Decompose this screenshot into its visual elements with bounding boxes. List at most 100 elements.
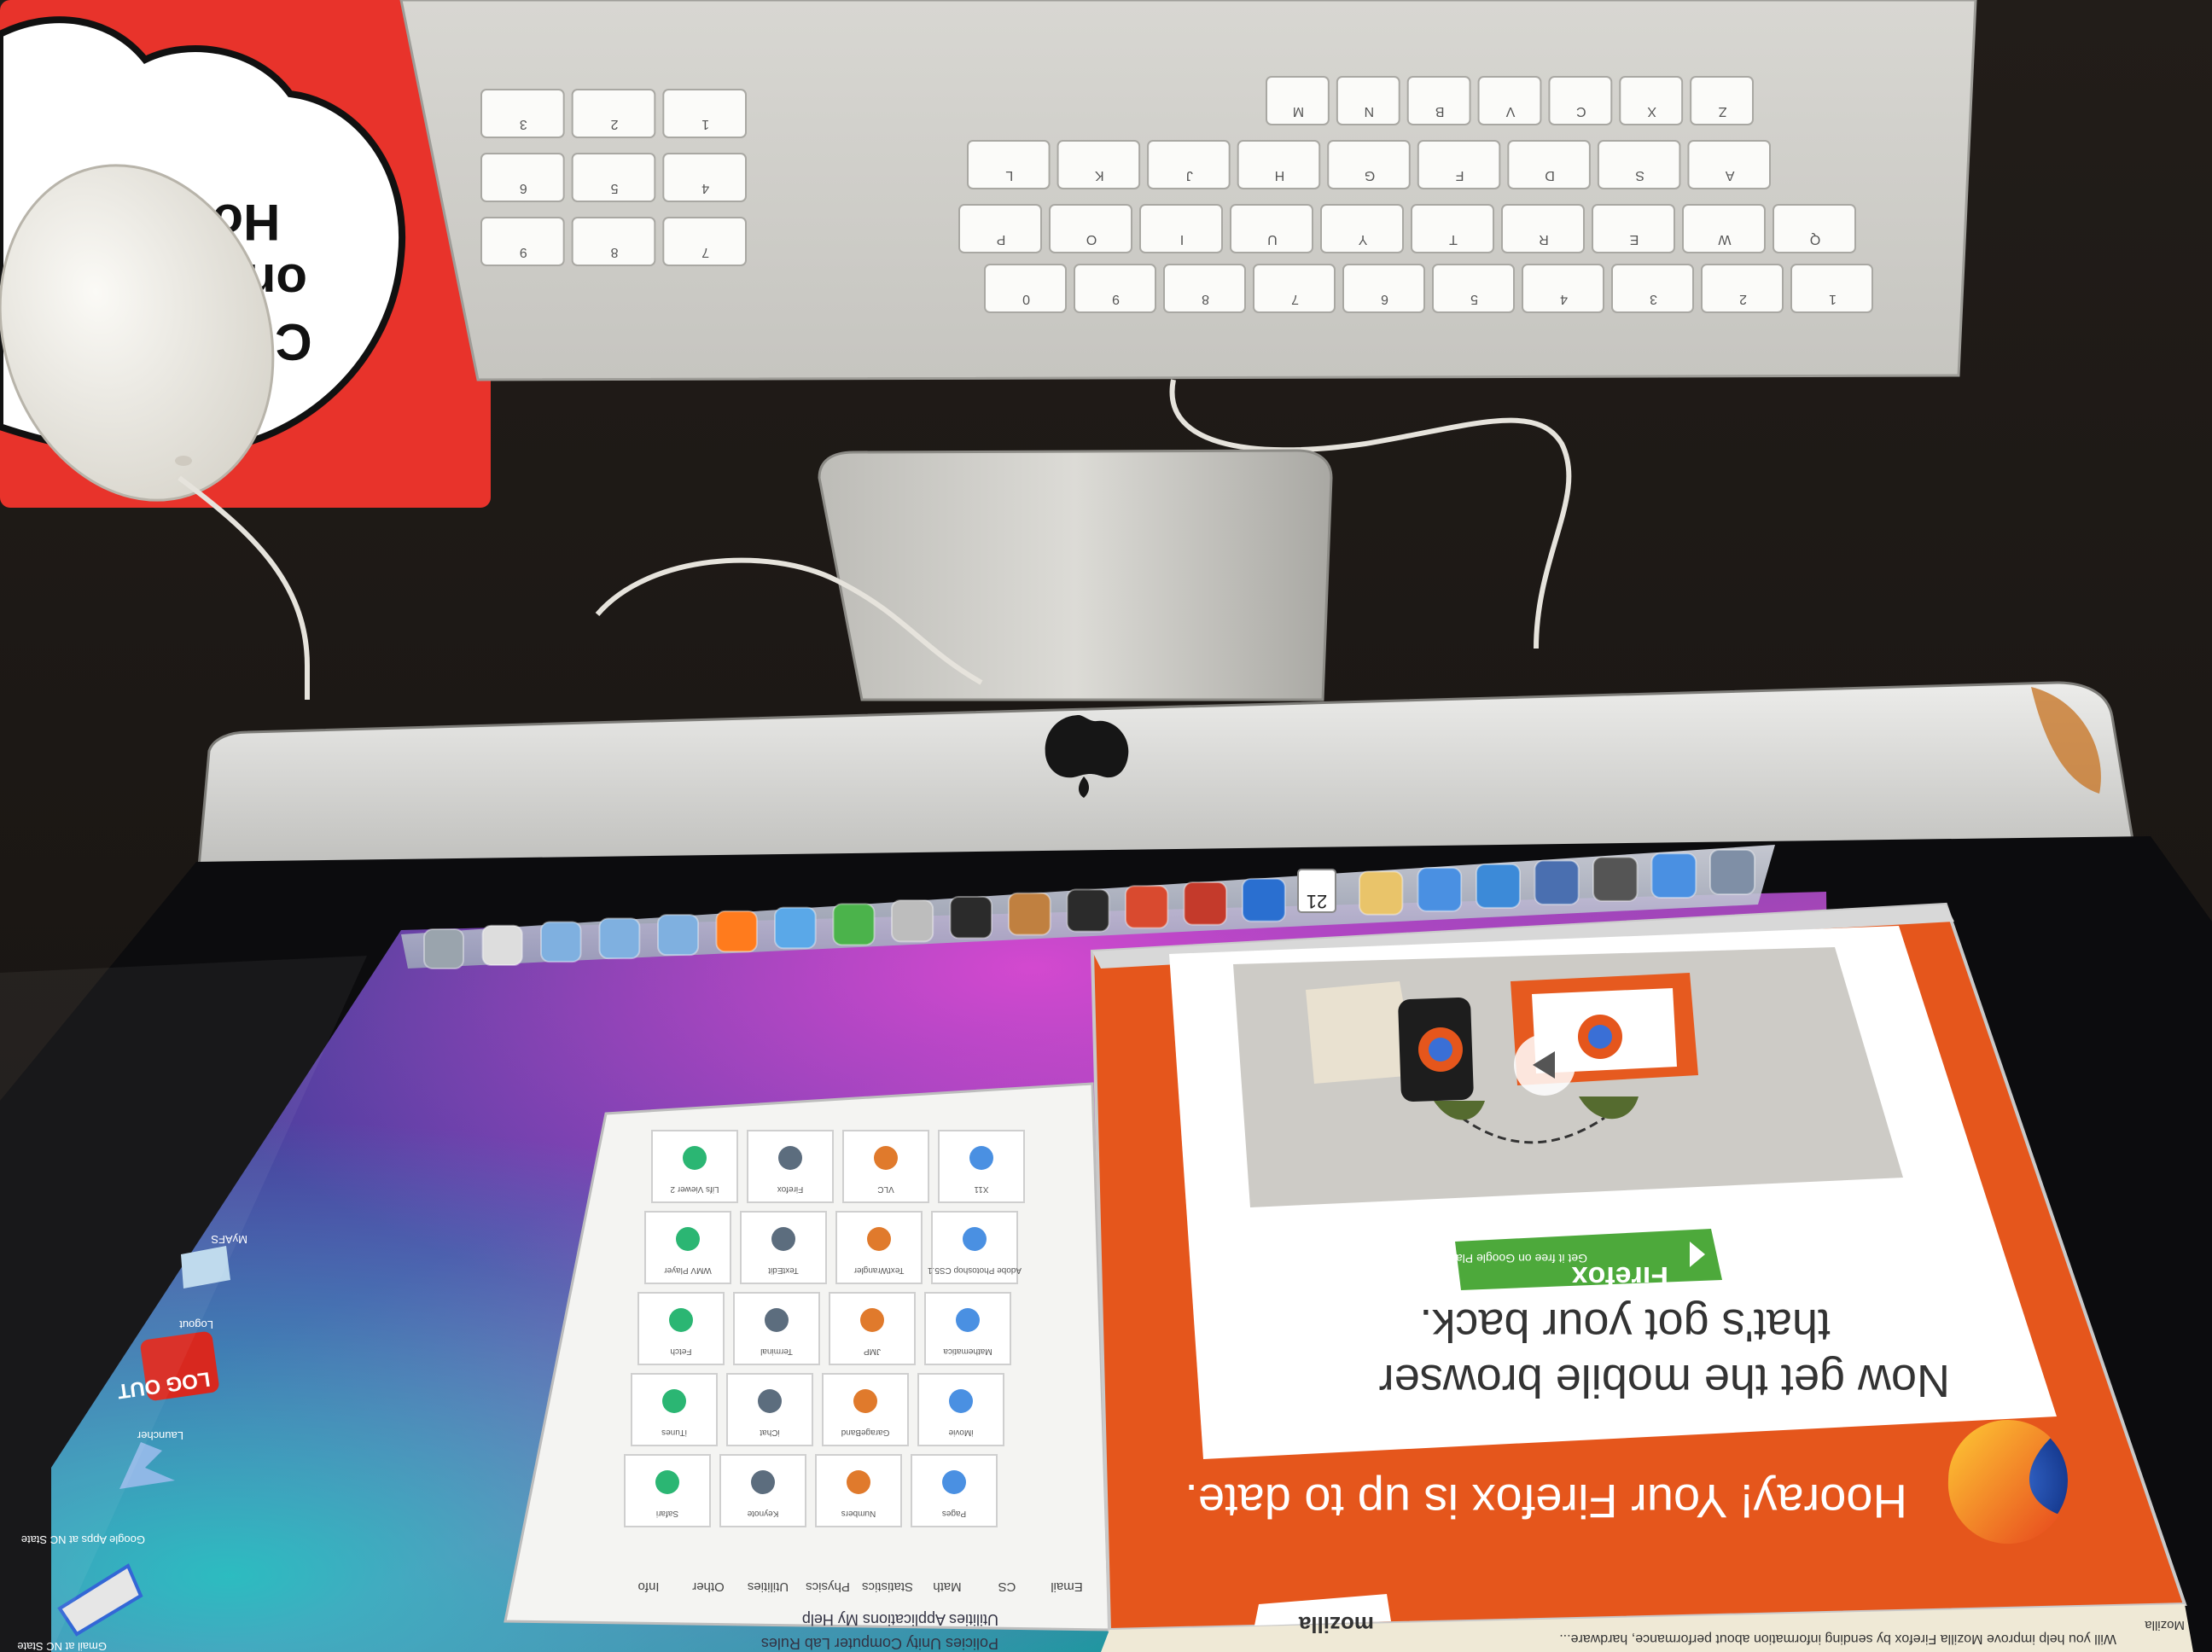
dock-app-icon[interactable] [540, 921, 582, 963]
dock-app-icon[interactable] [1242, 877, 1286, 922]
firefox-promo-video[interactable] [1233, 947, 1903, 1207]
launcher-app-tile[interactable]: TextWrangler [835, 1211, 923, 1284]
dock-app-icon[interactable] [1650, 852, 1697, 899]
letter-key-label: S [1635, 168, 1644, 183]
dock-app-icon[interactable] [774, 906, 817, 950]
launcher-app-icon [655, 1470, 679, 1494]
letter-key-label: C [1576, 104, 1586, 119]
launcher-app-tile[interactable]: iChat [726, 1373, 813, 1446]
letter-key: A [1687, 140, 1772, 189]
launcher-app-tile[interactable]: Adobe Photoshop CS5.1 [928, 1211, 1022, 1284]
launcher-category-tab[interactable]: CS [998, 1579, 1016, 1594]
launcher-app-icon [662, 1389, 686, 1413]
launcher-breadcrumb-2[interactable]: Policies Unity Computer Lab Rules [761, 1635, 998, 1652]
dock-app-icon[interactable] [1183, 881, 1228, 926]
dock-app-icon[interactable] [1534, 859, 1580, 905]
dock-app-icon[interactable] [423, 928, 464, 969]
number-key-label: 2 [1739, 292, 1747, 306]
launcher-app-label: WMV Player [664, 1265, 712, 1275]
letter-key-label: P [997, 232, 1006, 247]
launcher-app-label: Lifs Viewer 2 [670, 1184, 719, 1194]
letter-key: R [1501, 204, 1585, 253]
launcher-app-tile[interactable]: GarageBand [822, 1373, 909, 1446]
dock-app-icon[interactable] [1125, 885, 1169, 929]
launcher-app-tile[interactable]: Numbers [815, 1454, 902, 1527]
letter-key: K [1057, 140, 1141, 189]
launcher-app-label: TextWrangler [853, 1265, 904, 1275]
menubar-app-name[interactable]: Mozilla [2145, 1618, 2185, 1632]
launcher-app-icon [758, 1389, 782, 1413]
keypad-key-label: 5 [610, 181, 618, 195]
keypad-key: 1 [662, 89, 747, 138]
dock-app-icon[interactable] [1008, 892, 1051, 936]
launcher-category-tab[interactable]: Info [637, 1579, 659, 1594]
launcher-app-tile[interactable]: Pages [911, 1454, 998, 1527]
launcher-app-label: Terminal [760, 1347, 793, 1356]
number-key-label: 5 [1470, 292, 1478, 306]
letter-key-label: K [1095, 168, 1104, 183]
letter-key: F [1417, 140, 1501, 189]
letter-key-label: O [1086, 232, 1097, 247]
dock-app-icon[interactable] [891, 899, 934, 943]
launcher-category-tab[interactable]: Statistics [862, 1579, 913, 1594]
launcher-app-label: Pages [942, 1509, 966, 1518]
dock-app-icon[interactable] [1476, 863, 1521, 909]
number-key: 3 [1611, 264, 1694, 313]
launcher-app-tile[interactable]: WMV Player [644, 1211, 731, 1284]
photo-canvas: Home on the Click A ZXCVBNMASDFGHJKLQWER… [0, 0, 2212, 1652]
launcher-app-tile[interactable]: iTunes [631, 1373, 718, 1446]
photo-scene: Home on the Click A ZXCVBNMASDFGHJKLQWER… [0, 0, 2212, 1652]
launcher-app-tile[interactable]: Fetch [637, 1292, 725, 1365]
dock-app-icon[interactable] [1709, 849, 1755, 895]
letter-key: V [1477, 76, 1542, 125]
launcher-category-tab[interactable]: Physics [806, 1579, 850, 1594]
dock-app-icon[interactable] [1417, 867, 1463, 912]
dock-app-icon[interactable] [598, 917, 641, 960]
keypad-key: 7 [662, 217, 747, 266]
number-key: 5 [1432, 264, 1515, 313]
number-key: 1 [1790, 264, 1873, 313]
keyboard: Z X C V B N M A S D F G H J K L Q W E R T Y U I O P 1 2 3 4 5 6 7 8 9 0 1 2 3 4… [399, 0, 1977, 381]
launcher-category-tab[interactable]: Utilities [748, 1579, 789, 1594]
dock-app-icon[interactable] [1359, 870, 1404, 916]
launcher-category-tab[interactable]: Other [692, 1579, 725, 1594]
dock-app-icon[interactable] [657, 914, 700, 957]
launcher-app-tile[interactable]: X11 [938, 1130, 1025, 1203]
launcher-app-tile[interactable]: iMovie [917, 1373, 1004, 1446]
dock-app-icon[interactable] [481, 924, 523, 967]
launcher-app-icon [765, 1308, 789, 1332]
launcher-app-icon [874, 1146, 898, 1170]
launcher-app-icon [867, 1227, 891, 1251]
letter-key: O [1049, 204, 1132, 253]
letter-key: J [1147, 140, 1231, 189]
dock-app-icon[interactable] [1066, 888, 1110, 933]
launcher-app-tile[interactable]: VLC [842, 1130, 929, 1203]
launcher-breadcrumb-1[interactable]: Utilities Applications My Help [802, 1611, 998, 1628]
dock-app-icon[interactable] [1592, 856, 1639, 902]
launcher-window[interactable]: Pages Numbers Keynote Safari iMovie GarageBan… [504, 1082, 1111, 1652]
letter-key: Z [1690, 76, 1754, 125]
letter-key: H [1237, 140, 1321, 189]
launcher-app-icon [847, 1470, 870, 1494]
keypad-key-label: 8 [610, 245, 618, 259]
number-key: 7 [1253, 264, 1336, 313]
launcher-app-tile[interactable]: Firefox [747, 1130, 834, 1203]
launcher-app-tile[interactable]: TextEdit [740, 1211, 827, 1284]
launcher-category-tab[interactable]: Math [933, 1579, 961, 1594]
launcher-app-tile[interactable]: Safari [624, 1454, 711, 1527]
letter-key-label: Y [1358, 232, 1367, 247]
launcher-app-tile[interactable]: Keynote [719, 1454, 806, 1527]
launcher-category-tab[interactable]: Email [1051, 1579, 1083, 1594]
keypad-key: 5 [571, 153, 656, 202]
number-key-label: 6 [1381, 292, 1388, 306]
letter-key: D [1507, 140, 1591, 189]
dock-app-icon[interactable] [949, 895, 992, 939]
launcher-app-tile[interactable]: Terminal [733, 1292, 820, 1365]
launcher-app-tile[interactable]: Lifs Viewer 2 [651, 1130, 738, 1203]
dock-app-icon[interactable] [715, 910, 758, 953]
dock-app-icon[interactable] [832, 903, 876, 946]
launcher-app-tile[interactable]: Mathematica [924, 1292, 1011, 1365]
launcher-app-label: Numbers [841, 1509, 876, 1518]
dock-calendar-icon[interactable]: 21 [1297, 869, 1336, 913]
launcher-app-tile[interactable]: JMP [829, 1292, 916, 1365]
